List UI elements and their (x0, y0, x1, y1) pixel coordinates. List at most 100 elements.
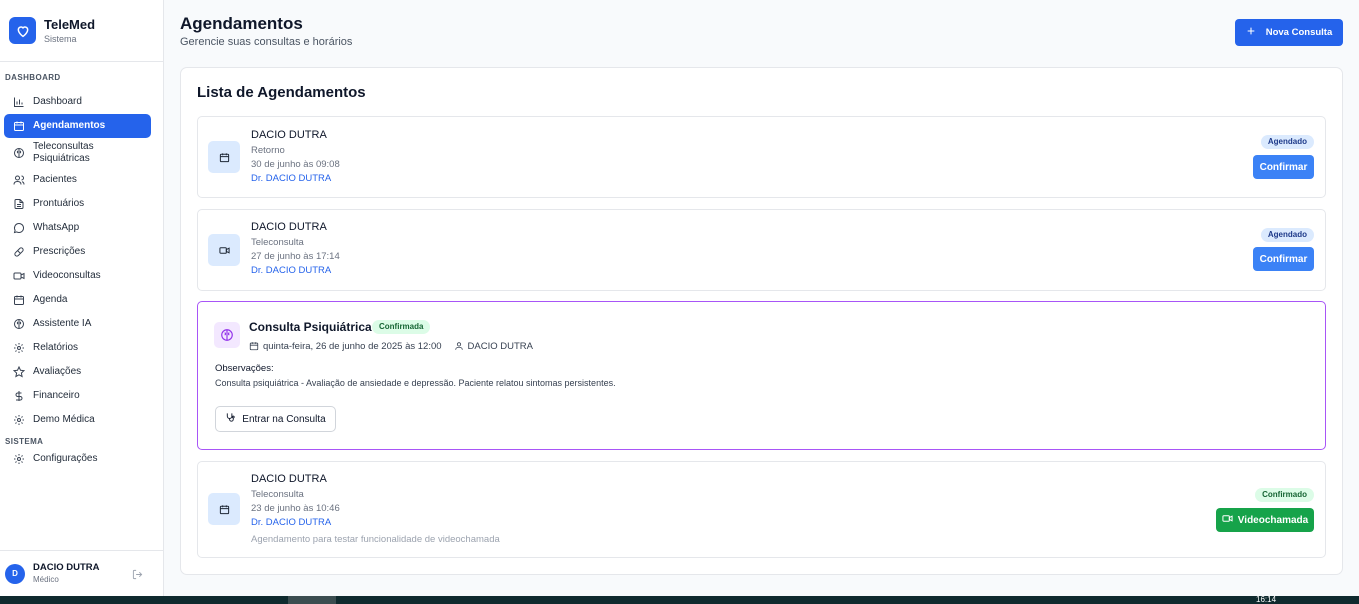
sidebar-item-videoconsultas[interactable]: Videoconsultas (4, 264, 151, 288)
video-icon (208, 234, 240, 266)
patient-name: DACIO DUTRA (251, 129, 327, 141)
enter-consultation-button[interactable]: Entrar na Consulta (215, 406, 336, 432)
sidebar-item-label: WhatsApp (33, 222, 80, 233)
calendar-icon (208, 493, 240, 525)
taskbar-clock: 16:14 (1256, 595, 1277, 604)
sidebar-nav: Dashboard Agendamentos Teleconsultas Psi… (0, 90, 163, 432)
sidebar: TeleMed Sistema DASHBOARD Dashboard Agen… (0, 0, 164, 596)
taskbar-app[interactable] (288, 596, 336, 604)
sidebar-item-label: Prescrições (33, 246, 86, 257)
sidebar-item-label: Assistente IA (33, 318, 92, 329)
sidebar-item-assistente-ia[interactable]: Assistente IA (4, 312, 151, 336)
status-badge: Confirmada (372, 320, 431, 334)
page-title: Agendamentos (180, 14, 303, 33)
sidebar-item-dashboard[interactable]: Dashboard (4, 90, 151, 114)
panel-title: Lista de Agendamentos (197, 84, 366, 101)
video-call-label: Videochamada (1237, 514, 1309, 526)
sidebar-item-label: Teleconsultas Psiquiátricas (33, 141, 94, 164)
sidebar-item-agenda[interactable]: Agenda (4, 288, 151, 312)
sidebar-item-label: Prontuários (33, 198, 85, 209)
sidebar-item-agendamentos[interactable]: Agendamentos (4, 114, 151, 138)
user-name: DACIO DUTRA (33, 562, 100, 573)
video-icon (12, 269, 26, 283)
sidebar-item-label: Agenda (33, 294, 68, 305)
sidebar-item-label: Demo Médica (33, 414, 95, 425)
sidebar-item-label: Dashboard (33, 96, 82, 107)
video-call-button[interactable]: Videochamada (1216, 508, 1314, 532)
os-taskbar: 16:14 (0, 595, 1359, 604)
appointment-card[interactable]: DACIO DUTRA Teleconsulta 27 de junho às … (197, 209, 1326, 291)
file-text-icon (12, 197, 26, 211)
appointment-date: 30 de junho às 09:08 (251, 159, 340, 170)
status-badge: Agendado (1260, 135, 1314, 149)
sidebar-item-teleconsultas-psiquiatricas[interactable]: Teleconsultas Psiquiátricas (4, 138, 151, 168)
doctor-name: Dr. DACIO DUTRA (251, 173, 332, 184)
video-icon (1222, 513, 1233, 527)
stethoscope-icon (225, 412, 236, 426)
appointment-card[interactable]: DACIO DUTRA Teleconsulta 23 de junho às … (197, 461, 1326, 558)
consultation-patient: DACIO DUTRA (467, 341, 533, 352)
sidebar-item-financeiro[interactable]: Financeiro (4, 384, 151, 408)
sidebar-system-nav: Configurações (0, 447, 163, 471)
new-appointment-label: Nova Consulta (1265, 27, 1333, 38)
heart-icon (9, 17, 36, 44)
sidebar-item-relatorios[interactable]: Relatórios (4, 336, 151, 360)
sidebar-item-prontuarios[interactable]: Prontuários (4, 192, 151, 216)
sidebar-item-label: Financeiro (33, 390, 80, 401)
avatar: D (5, 563, 25, 584)
observations-text: Consulta psiquiátrica - Avaliação de ans… (215, 378, 616, 388)
sidebar-item-prescricoes[interactable]: Prescrições (4, 240, 151, 264)
user-icon (454, 341, 465, 352)
status-badge: Confirmado (1255, 488, 1314, 502)
appointment-type: Teleconsulta (251, 489, 304, 500)
calendar-icon (208, 141, 240, 173)
gear-icon (12, 413, 26, 427)
brand: TeleMed Sistema (0, 0, 163, 62)
appointment-type: Retorno (251, 145, 285, 156)
bar-chart-icon (12, 95, 26, 109)
sidebar-item-label: Avaliações (33, 366, 82, 377)
sidebar-item-avaliacoes[interactable]: Avaliações (4, 360, 151, 384)
calendar-icon (12, 293, 26, 307)
gear-icon (12, 341, 26, 355)
appointments-panel: Lista de Agendamentos DACIO DUTRA Retorn… (180, 67, 1343, 575)
page-subtitle: Gerencie suas consultas e horários (180, 36, 353, 48)
appointment-date: 23 de junho às 10:46 (251, 503, 340, 514)
gear-icon (12, 452, 26, 466)
logout-icon[interactable] (132, 567, 144, 580)
new-appointment-button[interactable]: Nova Consulta (1235, 19, 1343, 46)
sidebar-item-whatsapp[interactable]: WhatsApp (4, 216, 151, 240)
sidebar-item-configuracoes[interactable]: Configurações (4, 447, 151, 471)
message-circle-icon (12, 221, 26, 235)
pill-icon (12, 245, 26, 259)
user-profile: D DACIO DUTRA Médico (0, 550, 163, 596)
brain-icon (214, 322, 240, 348)
appointment-card[interactable]: DACIO DUTRA Retorno 30 de junho às 09:08… (197, 116, 1326, 198)
patient-name: DACIO DUTRA (251, 473, 327, 485)
appointment-date: 27 de junho às 17:14 (251, 251, 340, 262)
brand-title: TeleMed (44, 16, 96, 32)
patient-name: DACIO DUTRA (251, 221, 327, 233)
section-label-dashboard: DASHBOARD (5, 73, 61, 82)
appointment-type: Teleconsulta (251, 237, 304, 248)
brain-icon (12, 317, 26, 331)
status-badge: Agendado (1260, 228, 1314, 242)
user-role: Médico (33, 575, 59, 584)
sidebar-item-demo-medica[interactable]: Demo Médica (4, 408, 151, 432)
consultation-title: Consulta Psiquiátrica (249, 320, 372, 334)
plus-icon (1246, 26, 1256, 39)
calendar-icon (249, 341, 260, 352)
confirm-button[interactable]: Confirmar (1253, 155, 1314, 179)
sidebar-item-label: Agendamentos (33, 120, 106, 131)
section-label-system: SISTEMA (5, 437, 44, 446)
star-icon (12, 365, 26, 379)
sidebar-item-label: Videoconsultas (33, 270, 101, 281)
users-icon (12, 173, 26, 187)
brain-icon (12, 146, 26, 160)
confirm-button[interactable]: Confirmar (1253, 247, 1314, 271)
doctor-name: Dr. DACIO DUTRA (251, 517, 332, 528)
sidebar-item-pacientes[interactable]: Pacientes (4, 168, 151, 192)
calendar-icon (12, 119, 26, 133)
psychiatric-consultation-card[interactable]: Consulta Psiquiátrica Confirmada quinta-… (197, 301, 1326, 450)
observations-label: Observações: (215, 363, 274, 374)
